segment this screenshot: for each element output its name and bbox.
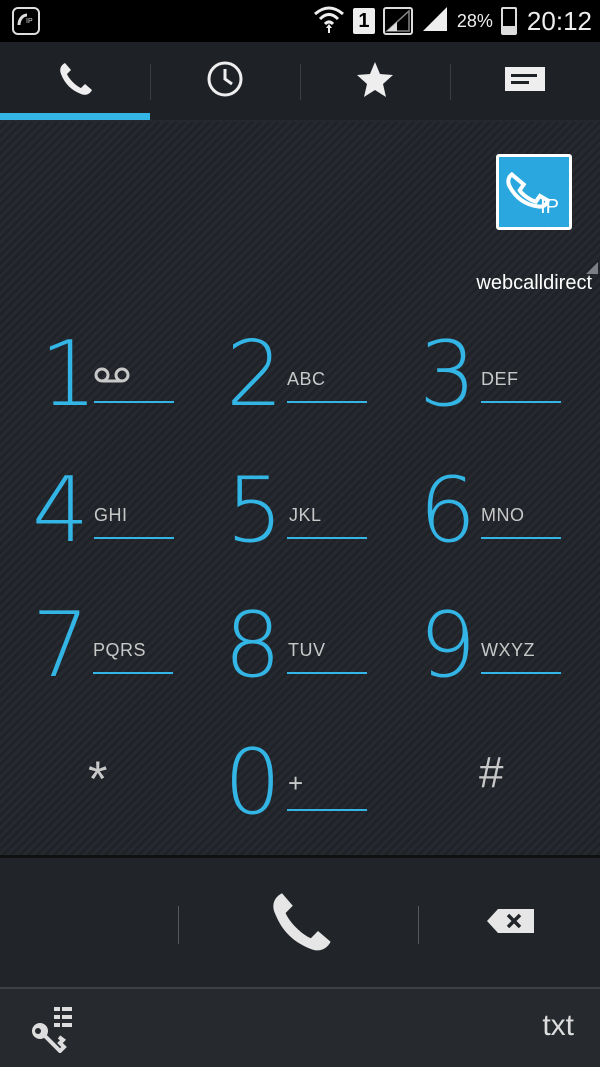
dial-pad: IP webcalldirect 1 2 ABC 3 DEF 4 GHI 5 J… — [0, 122, 600, 855]
key-1[interactable]: 1 — [30, 330, 230, 460]
key-0[interactable]: 0 + — [222, 738, 422, 868]
call-action-bar — [0, 855, 600, 987]
key-underline — [287, 672, 367, 674]
key-letters: MNO — [481, 505, 525, 525]
clock-icon — [205, 59, 245, 104]
key-letters: PQRS — [93, 640, 147, 660]
key-digit: # — [479, 748, 504, 797]
key-2[interactable]: 2 ABC — [222, 330, 422, 460]
key-digit: 9 — [419, 593, 477, 698]
signal-strength-icon — [421, 5, 449, 38]
divider — [418, 906, 419, 944]
key-7[interactable]: 7 PQRS — [30, 601, 230, 731]
star-icon — [355, 59, 395, 104]
key-4[interactable]: 4 GHI — [30, 466, 230, 596]
key-star[interactable]: * — [30, 738, 230, 868]
tab-recents[interactable] — [150, 42, 300, 120]
key-letters: GHI — [94, 505, 128, 525]
key-digit: 1 — [40, 322, 98, 427]
key-8[interactable]: 8 TUV — [222, 601, 422, 731]
key-letters: ABC — [287, 369, 326, 389]
key-underline — [287, 537, 367, 539]
key-digit: 7 — [32, 593, 90, 698]
clock-time: 20:12 — [526, 5, 592, 36]
bottom-bar: txt — [0, 987, 600, 1067]
key-underline — [93, 672, 173, 674]
key-digit: * — [88, 751, 108, 807]
key-letters: DEF — [481, 369, 519, 389]
svg-text:IP: IP — [26, 18, 33, 25]
key-underline — [287, 401, 367, 403]
key-digit: 4 — [32, 458, 90, 563]
dropdown-corner-icon — [586, 262, 598, 274]
ip-call-button[interactable]: IP — [496, 154, 572, 230]
phone-icon — [55, 59, 95, 104]
battery-percent: 28% — [456, 10, 493, 31]
sim-icon: 1 — [352, 8, 375, 34]
tab-dialer[interactable] — [0, 42, 150, 120]
key-digit: 8 — [224, 593, 282, 698]
battery-icon — [500, 7, 517, 35]
key-underline — [481, 401, 561, 403]
key-underline — [94, 401, 174, 403]
key-letters: JKL — [289, 505, 322, 525]
txt-button[interactable]: txt — [542, 1009, 574, 1043]
key-digit: 3 — [419, 322, 477, 427]
key-5[interactable]: 5 JKL — [222, 466, 422, 596]
key-9[interactable]: 9 WXYZ — [415, 601, 600, 731]
tab-bar — [0, 42, 600, 122]
key-3[interactable]: 3 DEF — [415, 330, 600, 460]
provider-label: webcalldirect — [476, 272, 592, 294]
call-icon — [264, 886, 336, 963]
wifi-icon — [313, 4, 345, 39]
key-underline — [481, 672, 561, 674]
key-underline — [287, 809, 367, 811]
key-underline — [94, 537, 174, 539]
key-digit: 0 — [224, 730, 282, 835]
tab-contacts[interactable] — [450, 42, 600, 120]
key-letters: WXYZ — [481, 640, 535, 660]
key-digit: 2 — [226, 322, 284, 427]
key-digit: 5 — [226, 458, 284, 563]
key-underline — [481, 537, 561, 539]
key-letters: + — [288, 768, 304, 798]
signal-icon — [382, 7, 413, 35]
contact-card-icon — [503, 62, 547, 100]
key-hash[interactable]: # — [415, 738, 600, 868]
key-digit: 6 — [419, 458, 477, 563]
backspace-icon — [486, 907, 536, 940]
key-menu-button[interactable] — [26, 1001, 78, 1054]
active-tab-indicator — [0, 113, 150, 120]
voicemail-icon — [94, 365, 130, 390]
ip-label: IP — [540, 196, 559, 218]
key-menu-icon — [26, 1007, 78, 1057]
app-notification-icon: IP — [12, 7, 40, 35]
backspace-button[interactable] — [476, 898, 546, 948]
status-bar: IP 1 28% 20:12 — [0, 0, 600, 42]
provider-selector[interactable]: webcalldirect — [476, 262, 598, 295]
key-6[interactable]: 6 MNO — [415, 466, 600, 596]
divider — [178, 906, 179, 944]
key-letters: TUV — [288, 640, 326, 660]
tab-favorites[interactable] — [300, 42, 450, 120]
call-button[interactable] — [254, 886, 346, 962]
